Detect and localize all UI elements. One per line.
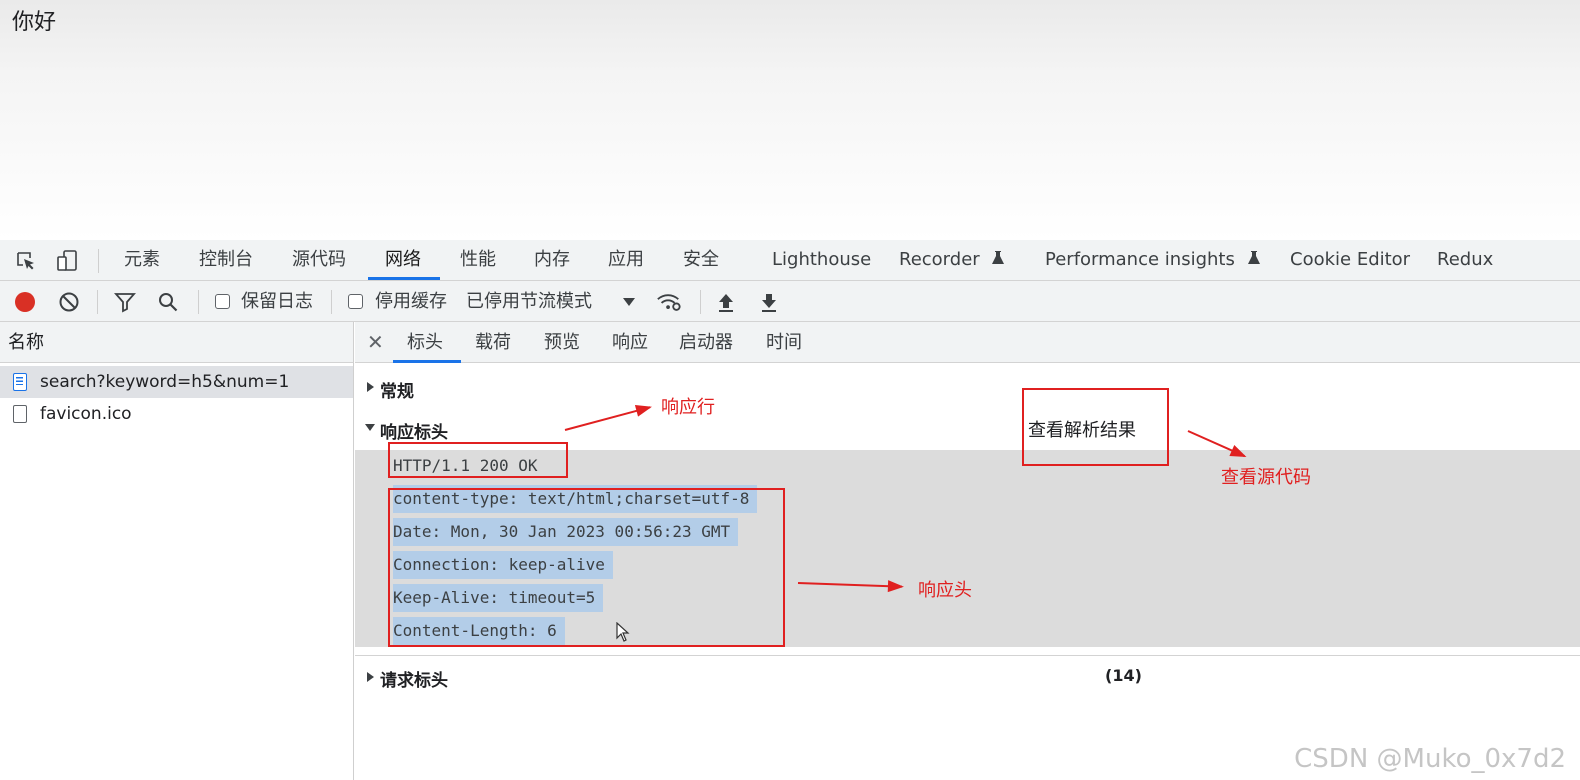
search-icon[interactable]: [155, 289, 181, 315]
request-name: favicon.ico: [40, 404, 132, 424]
disable-cache-checkbox[interactable]: [348, 294, 363, 309]
active-tab-indicator: [368, 277, 440, 280]
tab-security[interactable]: 安全: [683, 240, 719, 281]
close-icon[interactable]: ✕: [367, 322, 384, 363]
request-list-panel: 名称 search?keyword=h5&num=1 favicon.ico: [0, 322, 354, 780]
tab-preview[interactable]: 预览: [544, 322, 580, 363]
file-icon: [13, 405, 27, 423]
tab-redux[interactable]: Redux: [1437, 240, 1493, 281]
response-headers-annotation-box: [388, 488, 785, 647]
section-divider: [355, 655, 1580, 656]
response-line-annotation: 响应行: [661, 397, 715, 418]
record-icon[interactable]: [12, 289, 38, 315]
tab-headers[interactable]: 标头: [407, 322, 443, 363]
device-toolbar-icon[interactable]: [54, 248, 80, 274]
toolbar-separator: [198, 290, 199, 314]
page-body-text: 你好: [12, 10, 57, 35]
toolbar-separator: [97, 290, 98, 314]
request-row[interactable]: favicon.ico: [0, 398, 353, 430]
tab-payload[interactable]: 载荷: [475, 322, 511, 363]
tab-performance[interactable]: 性能: [460, 240, 496, 281]
tab-timing[interactable]: 时间: [766, 322, 802, 363]
tab-recorder-label: Recorder: [899, 249, 980, 270]
response-line-annotation-box: [388, 442, 568, 478]
request-name: search?keyword=h5&num=1: [40, 372, 290, 392]
export-har-icon[interactable]: [756, 289, 782, 315]
view-parsed-label[interactable]: 查看解析结果: [1028, 416, 1136, 442]
tab-memory[interactable]: 内存: [534, 240, 570, 281]
expand-arrow-icon[interactable]: [367, 672, 374, 682]
inspect-element-icon[interactable]: [13, 248, 39, 274]
preserve-log-label: 保留日志: [241, 291, 313, 312]
devtools-tabbar: 元素 控制台 源代码 网络 性能 内存 应用 安全 Lighthouse Rec…: [0, 240, 1580, 281]
import-har-icon[interactable]: [713, 289, 739, 315]
tab-recorder[interactable]: Recorder: [899, 240, 1005, 281]
detail-tabbar: ✕ 标头 载荷 预览 响应 启动器 时间: [355, 322, 1580, 363]
toolbar-separator: [331, 290, 332, 314]
tab-network[interactable]: 网络: [385, 240, 421, 281]
view-source-annotation: 查看源代码: [1221, 467, 1311, 488]
preserve-log-checkbox[interactable]: [215, 294, 230, 309]
tab-console[interactable]: 控制台: [199, 240, 253, 281]
tab-initiator[interactable]: 启动器: [679, 322, 733, 363]
tab-performance-insights-label: Performance insights: [1045, 249, 1235, 270]
tab-response[interactable]: 响应: [612, 322, 648, 363]
page-viewport: 你好: [0, 0, 1580, 240]
document-icon: [13, 373, 27, 391]
flask-icon: [1247, 251, 1260, 264]
tab-application[interactable]: 应用: [608, 240, 644, 281]
throttling-select[interactable]: 已停用节流模式: [466, 281, 592, 322]
filter-icon[interactable]: [112, 289, 138, 315]
tab-lighthouse[interactable]: Lighthouse: [772, 240, 871, 281]
watermark: CSDN @Muko_0x7d2: [1294, 744, 1566, 774]
flask-icon: [992, 251, 1005, 264]
request-headers-count: (14): [1105, 666, 1142, 685]
active-subtab-indicator: [393, 360, 461, 363]
request-row[interactable]: search?keyword=h5&num=1: [0, 366, 353, 398]
general-section-title[interactable]: 常规: [380, 377, 414, 402]
network-toolbar: 保留日志 停用缓存 已停用节流模式: [0, 281, 1580, 322]
dropdown-arrow-icon[interactable]: [616, 289, 642, 315]
response-headers-annotation: 响应头: [918, 580, 972, 601]
mouse-cursor-icon: [616, 622, 630, 642]
tab-sources[interactable]: 源代码: [292, 240, 346, 281]
network-conditions-icon[interactable]: [656, 289, 682, 315]
tab-performance-insights[interactable]: Performance insights: [1045, 240, 1261, 281]
collapse-arrow-icon[interactable]: [365, 424, 375, 431]
clear-icon[interactable]: [56, 289, 82, 315]
tab-cookie-editor[interactable]: Cookie Editor: [1290, 240, 1410, 281]
response-headers-section-title[interactable]: 响应标头: [380, 418, 448, 443]
toolbar-separator: [700, 290, 701, 314]
disable-cache-label: 停用缓存: [375, 291, 447, 312]
expand-arrow-icon[interactable]: [367, 382, 374, 392]
tabbar-separator: [98, 249, 99, 273]
devtools-panel: 元素 控制台 源代码 网络 性能 内存 应用 安全 Lighthouse Rec…: [0, 240, 1580, 780]
tab-elements[interactable]: 元素: [124, 240, 160, 281]
name-column-header[interactable]: 名称: [0, 322, 353, 363]
request-headers-section-title[interactable]: 请求标头: [380, 666, 448, 691]
